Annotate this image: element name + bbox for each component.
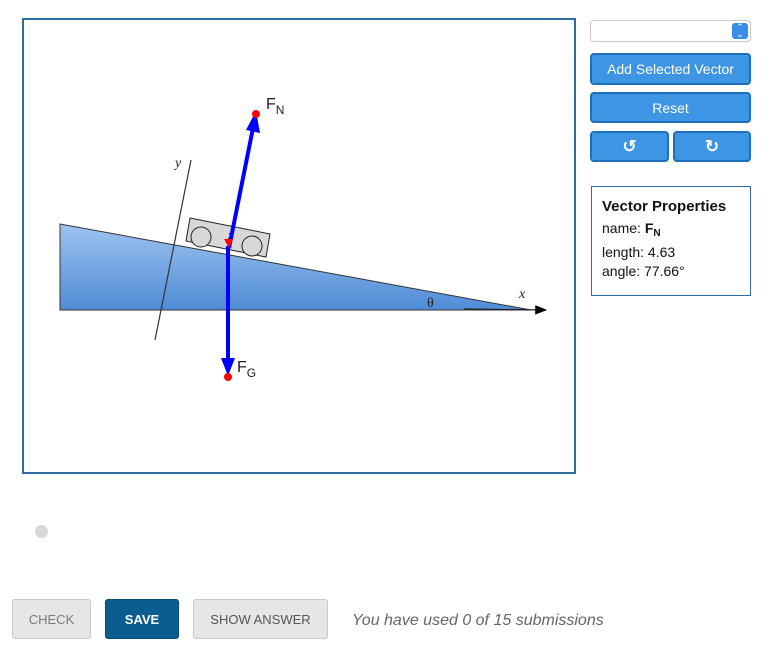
- vector-fg-label: FG: [237, 359, 256, 380]
- redo-button[interactable]: ↻: [673, 131, 751, 162]
- check-button[interactable]: CHECK: [12, 599, 91, 639]
- status-indicator: [35, 525, 48, 538]
- check-label: CHECK: [28, 611, 75, 627]
- show-answer-label: SHOW ANSWER: [210, 611, 311, 627]
- reset-button[interactable]: Reset: [590, 92, 751, 123]
- submissions-count-text: You have used 0 of 15 submissions: [352, 612, 604, 629]
- cart-wheel-right: [241, 235, 263, 257]
- vector-length: length: 4.63: [602, 244, 676, 260]
- save-button[interactable]: SAVE: [105, 599, 179, 639]
- vector-name-value: FN: [644, 220, 661, 239]
- vector-properties-title: Vector Properties: [602, 198, 727, 215]
- x-axis-label: x: [518, 287, 526, 302]
- vector-fn-label: FN: [266, 96, 284, 117]
- vector-fn-endpoint: [252, 110, 260, 118]
- incline-plane: [59, 223, 532, 311]
- vector-type-select[interactable]: ⌃ ⌄: [590, 20, 751, 42]
- add-selected-vector-label: Add Selected Vector: [607, 61, 734, 77]
- free-body-diagram: y x θ FN FG: [59, 96, 548, 381]
- vector-name-row: name: FN: [602, 219, 740, 243]
- angle-label: θ: [427, 296, 434, 311]
- save-label: SAVE: [124, 611, 160, 627]
- drawing-canvas[interactable]: y x θ FN FG: [22, 18, 576, 474]
- undo-icon: ↺: [622, 136, 637, 156]
- cart-wheel-left: [190, 226, 212, 248]
- redo-icon: ↻: [704, 136, 720, 156]
- show-answer-button[interactable]: SHOW ANSWER: [193, 599, 328, 639]
- add-selected-vector-button[interactable]: Add Selected Vector: [590, 53, 751, 85]
- undo-button[interactable]: ↺: [590, 131, 669, 162]
- y-axis-label: y: [173, 156, 182, 171]
- vector-fn[interactable]: FN: [227, 96, 284, 249]
- vector-properties-panel: Vector Properties name: FN length: 4.63 …: [591, 186, 751, 296]
- chevron-up-down-icon: ⌃ ⌄: [732, 23, 748, 39]
- reset-label: Reset: [652, 99, 689, 116]
- vector-angle: angle: 77.66°: [602, 263, 685, 279]
- vector-fg-endpoint: [224, 373, 232, 381]
- vector-name-label: name:: [602, 220, 641, 236]
